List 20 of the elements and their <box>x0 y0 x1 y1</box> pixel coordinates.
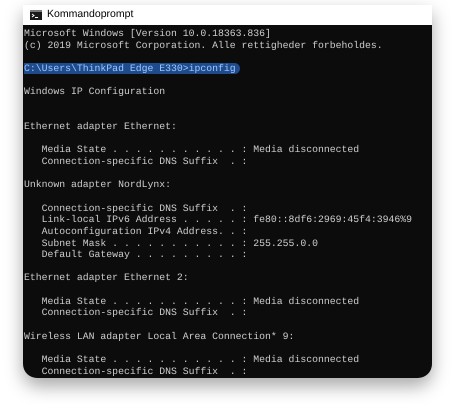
console-line: Ethernet adapter Ethernet: <box>24 121 177 132</box>
console-line: Wireless LAN adapter Local Area Connection* 9: <box>24 330 294 342</box>
console-line: Connection-specific DNS Suffix . : <box>40 307 248 318</box>
console-line: Media State . . . . . . . . . . . : Media disconnected <box>40 296 360 307</box>
terminal-icon <box>30 10 42 20</box>
console-line: Connection-specific DNS Suffix . : <box>40 202 248 214</box>
console-line: Subnet Mask . . . . . . . . . . . : 255.255.0.0 <box>40 238 318 249</box>
console-line: (c) 2019 Microsoft Corporation. Alle rettigheder forbeholdes. <box>24 40 383 51</box>
console-line: Media State . . . . . . . . . . . : Media disconnected <box>40 144 360 156</box>
console-line: Connection-specific DNS Suffix . : <box>40 366 248 377</box>
console-line: Ethernet adapter Ethernet 2: <box>24 272 189 284</box>
console-line: Autoconfiguration IPv4 Address. . : <box>40 226 248 237</box>
console-line: Media State . . . . . . . . . . . : Media disconnected <box>40 354 360 365</box>
console-line: Link-local IPv6 Address . . . . . : fe80::8df6:2969:45f4:3946%9 <box>40 214 412 226</box>
console-line: Default Gateway . . . . . . . . . : <box>40 249 248 260</box>
console-line: Unknown adapter NordLynx: <box>24 179 171 190</box>
console-line: Microsoft Windows [Version 10.0.18363.836] <box>24 28 271 39</box>
console-line: Connection-specific DNS Suffix . : <box>40 156 248 168</box>
console-line: Windows IP Configuration <box>24 86 166 98</box>
window-title: Kommandoprompt <box>47 7 134 22</box>
